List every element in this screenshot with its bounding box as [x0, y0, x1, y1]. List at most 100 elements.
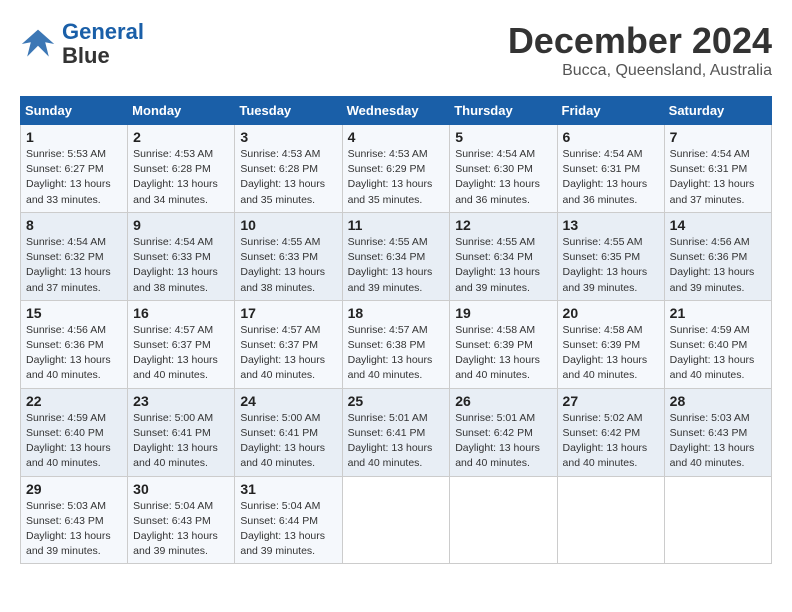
header-wednesday: Wednesday [342, 97, 450, 125]
calendar-cell: 29 Sunrise: 5:03 AMSunset: 6:43 PMDaylig… [21, 476, 128, 564]
day-number: 20 [563, 305, 659, 321]
day-info: Sunrise: 4:59 AMSunset: 6:40 PMDaylight:… [26, 412, 111, 470]
header-friday: Friday [557, 97, 664, 125]
day-info: Sunrise: 4:56 AMSunset: 6:36 PMDaylight:… [26, 324, 111, 382]
day-number: 22 [26, 393, 122, 409]
calendar-cell: 19 Sunrise: 4:58 AMSunset: 6:39 PMDaylig… [450, 300, 557, 388]
day-info: Sunrise: 4:56 AMSunset: 6:36 PMDaylight:… [670, 236, 755, 294]
calendar-cell: 22 Sunrise: 4:59 AMSunset: 6:40 PMDaylig… [21, 388, 128, 476]
calendar-cell: 14 Sunrise: 4:56 AMSunset: 6:36 PMDaylig… [664, 212, 771, 300]
day-info: Sunrise: 4:58 AMSunset: 6:39 PMDaylight:… [563, 324, 648, 382]
calendar-cell: 27 Sunrise: 5:02 AMSunset: 6:42 PMDaylig… [557, 388, 664, 476]
calendar-cell: 9 Sunrise: 4:54 AMSunset: 6:33 PMDayligh… [128, 212, 235, 300]
day-number: 11 [348, 217, 445, 233]
day-info: Sunrise: 4:53 AMSunset: 6:28 PMDaylight:… [133, 148, 218, 206]
calendar-cell: 1 Sunrise: 5:53 AMSunset: 6:27 PMDayligh… [21, 125, 128, 213]
day-number: 16 [133, 305, 229, 321]
title-area: December 2024 Bucca, Queensland, Austral… [508, 20, 772, 80]
day-number: 26 [455, 393, 551, 409]
day-info: Sunrise: 5:04 AMSunset: 6:44 PMDaylight:… [240, 500, 325, 558]
calendar-cell: 3 Sunrise: 4:53 AMSunset: 6:28 PMDayligh… [235, 125, 342, 213]
calendar-cell: 25 Sunrise: 5:01 AMSunset: 6:41 PMDaylig… [342, 388, 450, 476]
location-title: Bucca, Queensland, Australia [508, 62, 772, 80]
day-number: 4 [348, 129, 445, 145]
calendar-cell: 17 Sunrise: 4:57 AMSunset: 6:37 PMDaylig… [235, 300, 342, 388]
day-number: 18 [348, 305, 445, 321]
day-info: Sunrise: 4:54 AMSunset: 6:31 PMDaylight:… [563, 148, 648, 206]
day-number: 13 [563, 217, 659, 233]
calendar-cell: 31 Sunrise: 5:04 AMSunset: 6:44 PMDaylig… [235, 476, 342, 564]
day-number: 9 [133, 217, 229, 233]
day-info: Sunrise: 5:53 AMSunset: 6:27 PMDaylight:… [26, 148, 111, 206]
header-tuesday: Tuesday [235, 97, 342, 125]
logo-text: GeneralBlue [62, 20, 144, 68]
calendar-week-row: 1 Sunrise: 5:53 AMSunset: 6:27 PMDayligh… [21, 125, 772, 213]
day-number: 10 [240, 217, 336, 233]
day-number: 25 [348, 393, 445, 409]
day-number: 6 [563, 129, 659, 145]
day-number: 30 [133, 481, 229, 497]
header: GeneralBlue December 2024 Bucca, Queensl… [20, 20, 772, 80]
header-thursday: Thursday [450, 97, 557, 125]
header-saturday: Saturday [664, 97, 771, 125]
logo: GeneralBlue [20, 20, 144, 68]
day-number: 23 [133, 393, 229, 409]
calendar-cell: 21 Sunrise: 4:59 AMSunset: 6:40 PMDaylig… [664, 300, 771, 388]
calendar-cell [342, 476, 450, 564]
calendar-cell: 8 Sunrise: 4:54 AMSunset: 6:32 PMDayligh… [21, 212, 128, 300]
day-number: 8 [26, 217, 122, 233]
calendar-cell: 28 Sunrise: 5:03 AMSunset: 6:43 PMDaylig… [664, 388, 771, 476]
calendar-header-row: SundayMondayTuesdayWednesdayThursdayFrid… [21, 97, 772, 125]
day-info: Sunrise: 4:53 AMSunset: 6:29 PMDaylight:… [348, 148, 433, 206]
day-info: Sunrise: 5:03 AMSunset: 6:43 PMDaylight:… [670, 412, 755, 470]
day-info: Sunrise: 4:54 AMSunset: 6:33 PMDaylight:… [133, 236, 218, 294]
calendar-cell: 18 Sunrise: 4:57 AMSunset: 6:38 PMDaylig… [342, 300, 450, 388]
day-number: 14 [670, 217, 766, 233]
day-info: Sunrise: 4:54 AMSunset: 6:32 PMDaylight:… [26, 236, 111, 294]
calendar-week-row: 22 Sunrise: 4:59 AMSunset: 6:40 PMDaylig… [21, 388, 772, 476]
day-number: 27 [563, 393, 659, 409]
header-sunday: Sunday [21, 97, 128, 125]
calendar-cell: 20 Sunrise: 4:58 AMSunset: 6:39 PMDaylig… [557, 300, 664, 388]
calendar-cell [557, 476, 664, 564]
header-monday: Monday [128, 97, 235, 125]
calendar-cell: 7 Sunrise: 4:54 AMSunset: 6:31 PMDayligh… [664, 125, 771, 213]
day-info: Sunrise: 4:53 AMSunset: 6:28 PMDaylight:… [240, 148, 325, 206]
day-number: 7 [670, 129, 766, 145]
day-number: 17 [240, 305, 336, 321]
calendar-table: SundayMondayTuesdayWednesdayThursdayFrid… [20, 96, 772, 564]
calendar-cell: 16 Sunrise: 4:57 AMSunset: 6:37 PMDaylig… [128, 300, 235, 388]
month-title: December 2024 [508, 20, 772, 62]
calendar-cell: 30 Sunrise: 5:04 AMSunset: 6:43 PMDaylig… [128, 476, 235, 564]
calendar-cell [450, 476, 557, 564]
day-info: Sunrise: 4:59 AMSunset: 6:40 PMDaylight:… [670, 324, 755, 382]
day-info: Sunrise: 4:54 AMSunset: 6:31 PMDaylight:… [670, 148, 755, 206]
day-number: 28 [670, 393, 766, 409]
day-info: Sunrise: 4:55 AMSunset: 6:34 PMDaylight:… [455, 236, 540, 294]
calendar-cell: 5 Sunrise: 4:54 AMSunset: 6:30 PMDayligh… [450, 125, 557, 213]
day-number: 21 [670, 305, 766, 321]
day-info: Sunrise: 4:54 AMSunset: 6:30 PMDaylight:… [455, 148, 540, 206]
day-info: Sunrise: 5:00 AMSunset: 6:41 PMDaylight:… [133, 412, 218, 470]
calendar-cell [664, 476, 771, 564]
calendar-cell: 26 Sunrise: 5:01 AMSunset: 6:42 PMDaylig… [450, 388, 557, 476]
day-number: 1 [26, 129, 122, 145]
calendar-cell: 2 Sunrise: 4:53 AMSunset: 6:28 PMDayligh… [128, 125, 235, 213]
day-info: Sunrise: 5:03 AMSunset: 6:43 PMDaylight:… [26, 500, 111, 558]
day-info: Sunrise: 4:57 AMSunset: 6:38 PMDaylight:… [348, 324, 433, 382]
day-info: Sunrise: 4:55 AMSunset: 6:35 PMDaylight:… [563, 236, 648, 294]
calendar-cell: 24 Sunrise: 5:00 AMSunset: 6:41 PMDaylig… [235, 388, 342, 476]
calendar-week-row: 15 Sunrise: 4:56 AMSunset: 6:36 PMDaylig… [21, 300, 772, 388]
day-info: Sunrise: 5:00 AMSunset: 6:41 PMDaylight:… [240, 412, 325, 470]
day-info: Sunrise: 4:58 AMSunset: 6:39 PMDaylight:… [455, 324, 540, 382]
calendar-cell: 13 Sunrise: 4:55 AMSunset: 6:35 PMDaylig… [557, 212, 664, 300]
calendar-cell: 6 Sunrise: 4:54 AMSunset: 6:31 PMDayligh… [557, 125, 664, 213]
day-info: Sunrise: 5:04 AMSunset: 6:43 PMDaylight:… [133, 500, 218, 558]
calendar-cell: 12 Sunrise: 4:55 AMSunset: 6:34 PMDaylig… [450, 212, 557, 300]
day-number: 2 [133, 129, 229, 145]
day-number: 12 [455, 217, 551, 233]
day-info: Sunrise: 5:01 AMSunset: 6:41 PMDaylight:… [348, 412, 433, 470]
day-number: 3 [240, 129, 336, 145]
day-number: 29 [26, 481, 122, 497]
day-number: 24 [240, 393, 336, 409]
